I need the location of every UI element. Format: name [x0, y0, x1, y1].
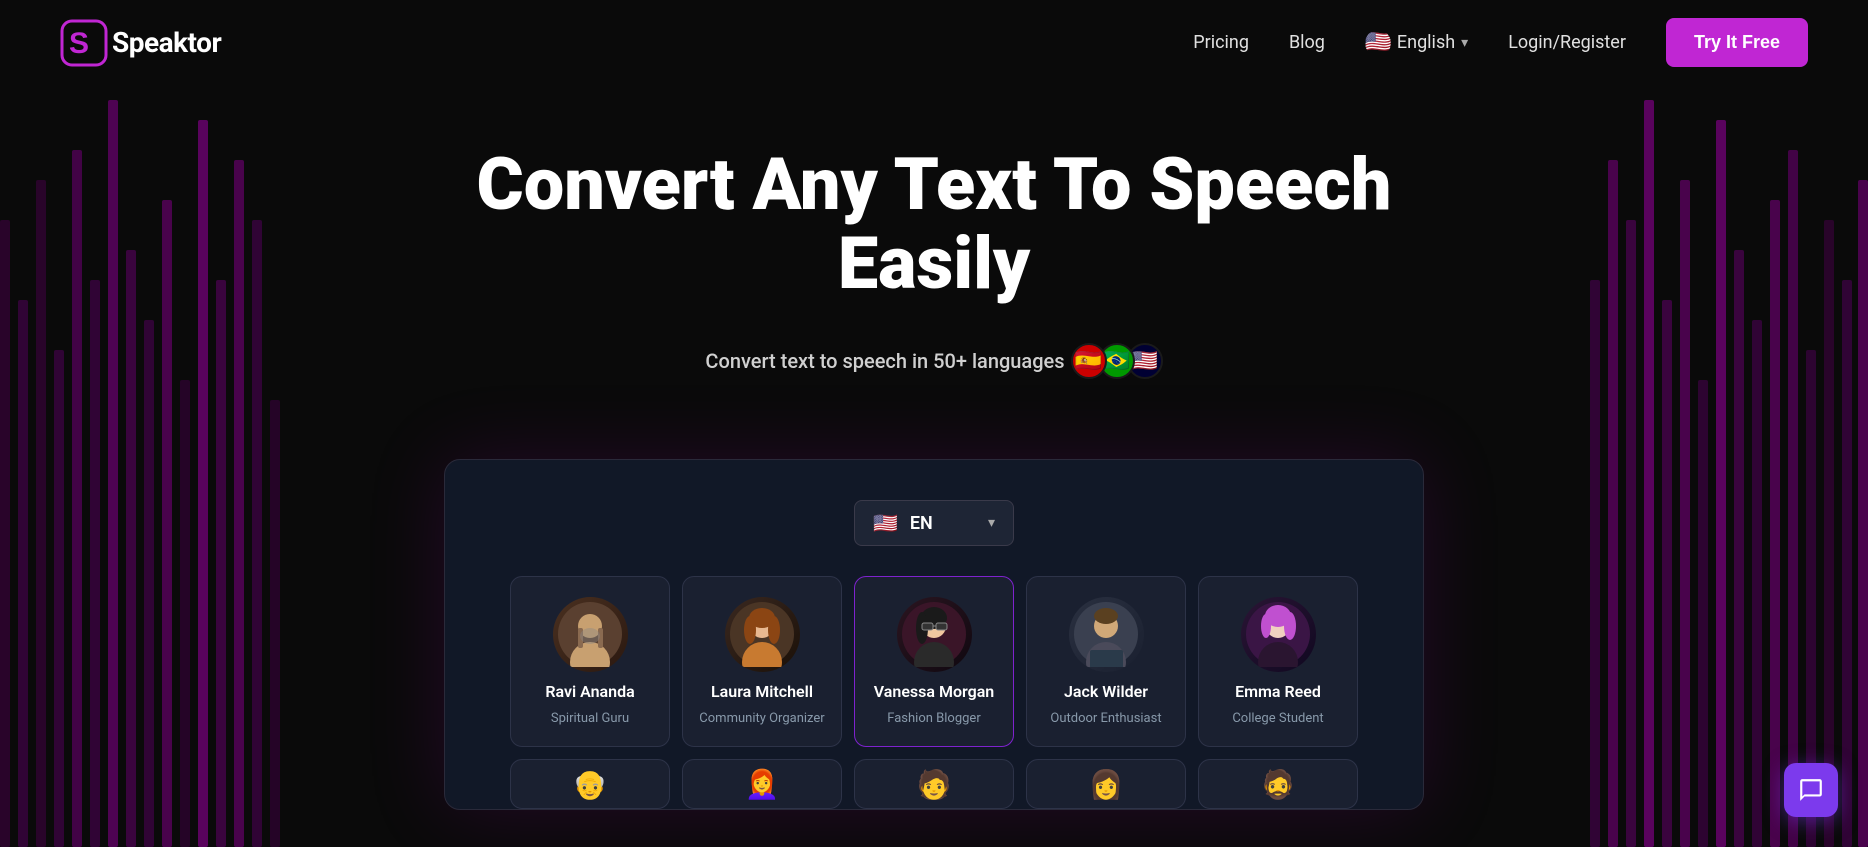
app-card: 🇺🇸 EN ▾ Ravi Ananda Spiritual Guru	[444, 459, 1424, 810]
logo-icon: S	[60, 19, 108, 67]
flag-group: 🇪🇸 🇧🇷 🇺🇸	[1079, 343, 1163, 379]
hero-subtitle: Convert text to speech in 50+ languages …	[20, 343, 1848, 379]
hero-section: Convert Any Text To Speech Easily Conver…	[0, 85, 1868, 459]
language-label: English	[1397, 32, 1455, 53]
nav-login[interactable]: Login/Register	[1508, 32, 1626, 53]
voice-name-ravi: Ravi Ananda	[545, 682, 634, 701]
subtitle-text: Convert text to speech in 50+ languages	[705, 349, 1064, 373]
voice-card-emma[interactable]: Emma Reed College Student	[1198, 576, 1358, 747]
avatar-jack	[1069, 597, 1144, 672]
voice-role-emma: College Student	[1232, 711, 1323, 726]
app-lang-flag: 🇺🇸	[873, 511, 898, 535]
voice-card-partial-4: 👩	[1026, 759, 1186, 809]
nav-links: Pricing Blog 🇺🇸 English ▾ Login/Register…	[1193, 18, 1808, 67]
voice-card-ravi[interactable]: Ravi Ananda Spiritual Guru	[510, 576, 670, 747]
language-selector[interactable]: 🇺🇸 English ▾	[1365, 30, 1468, 56]
voice-card-vanessa[interactable]: Vanessa Morgan Fashion Blogger	[854, 576, 1014, 747]
voice-grid-row2: 👴 👩‍🦰 🧑 👩 🧔	[475, 759, 1393, 809]
avatar-ravi	[553, 597, 628, 672]
nav-blog[interactable]: Blog	[1289, 32, 1325, 53]
voice-card-partial-3: 🧑	[854, 759, 1014, 809]
voice-role-jack: Outdoor Enthusiast	[1050, 711, 1161, 726]
navbar: S Speaktor Pricing Blog 🇺🇸 English ▾ Log…	[0, 0, 1868, 85]
voice-role-ravi: Spiritual Guru	[551, 711, 629, 726]
app-lang-dropdown[interactable]: 🇺🇸 EN ▾	[854, 500, 1014, 546]
voice-role-vanessa: Fashion Blogger	[887, 711, 980, 726]
voice-name-laura: Laura Mitchell	[711, 682, 813, 701]
voice-grid: Ravi Ananda Spiritual Guru Laura Mitchel…	[475, 576, 1393, 747]
voice-card-partial-2: 👩‍🦰	[682, 759, 842, 809]
svg-text:S: S	[69, 27, 89, 60]
avatar-vanessa	[897, 597, 972, 672]
voice-name-vanessa: Vanessa Morgan	[874, 682, 995, 701]
voice-card-partial-1: 👴	[510, 759, 670, 809]
logo-text: Speaktor	[112, 26, 221, 59]
voice-card-laura[interactable]: Laura Mitchell Community Organizer	[682, 576, 842, 747]
flag-es: 🇪🇸	[1071, 343, 1107, 379]
lang-flag-icon: 🇺🇸	[1365, 30, 1391, 56]
avatar-emma	[1241, 597, 1316, 672]
voice-name-emma: Emma Reed	[1235, 682, 1321, 701]
try-it-free-button[interactable]: Try It Free	[1666, 18, 1808, 67]
voice-name-jack: Jack Wilder	[1064, 682, 1148, 701]
app-lang-chevron: ▾	[988, 515, 995, 531]
nav-pricing[interactable]: Pricing	[1193, 32, 1249, 53]
avatar-laura	[725, 597, 800, 672]
hero-title: Convert Any Text To Speech Easily	[384, 145, 1484, 303]
voice-card-partial-5: 🧔	[1198, 759, 1358, 809]
chat-support-button[interactable]	[1784, 763, 1838, 817]
voice-role-laura: Community Organizer	[699, 711, 824, 726]
voice-card-jack[interactable]: Jack Wilder Outdoor Enthusiast	[1026, 576, 1186, 747]
chevron-down-icon: ▾	[1461, 35, 1468, 51]
logo[interactable]: S Speaktor	[60, 19, 221, 67]
app-lang-label: EN	[910, 513, 976, 534]
